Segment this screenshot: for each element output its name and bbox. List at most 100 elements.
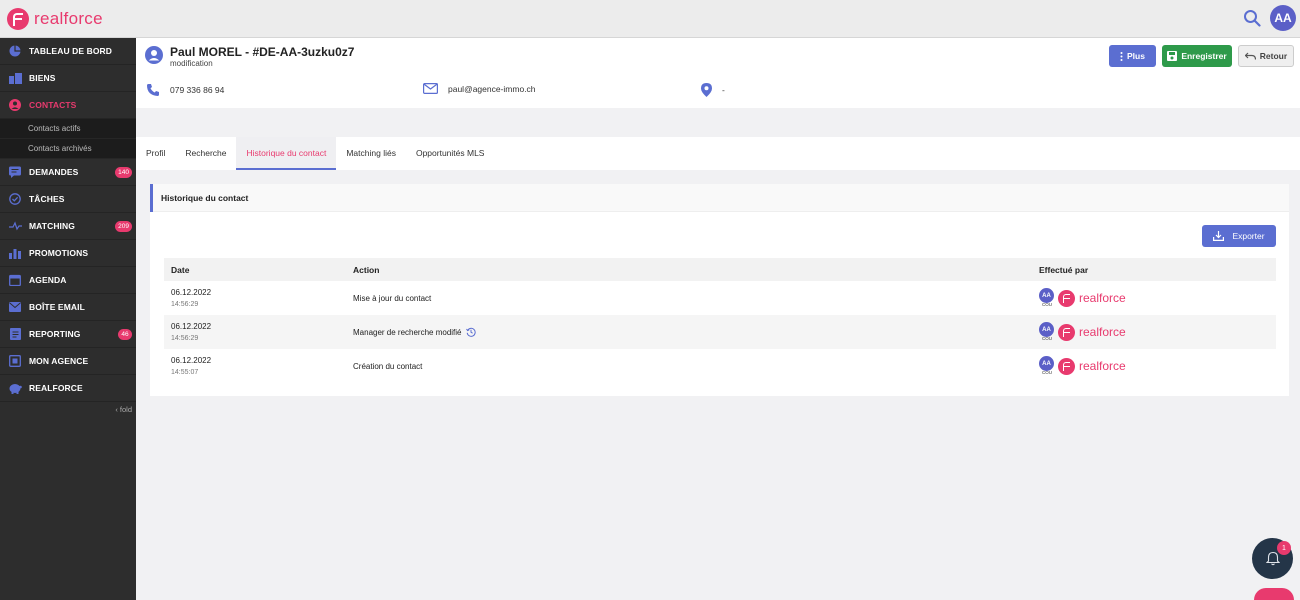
company-name: realforce (1079, 325, 1126, 339)
row-date-cell: 06.12.2022 14:56:29 (164, 288, 347, 308)
avatar[interactable]: AA COU (1039, 356, 1055, 376)
phone-number[interactable]: 079 336 86 94 (170, 85, 224, 95)
tab-recherche[interactable]: Recherche (175, 137, 236, 170)
tab-historique-du-contact[interactable]: Historique du contact (236, 137, 337, 170)
sidebar-item-label: TABLEAU DE BORD (29, 46, 113, 56)
column-header-action[interactable]: Action (347, 265, 1033, 275)
sidebar-item-label: MON AGENCE (29, 356, 89, 366)
location-pin-icon (701, 83, 712, 97)
reporting-count-badge: 46 (118, 329, 132, 340)
company-logo: realforce (1058, 357, 1126, 375)
sidebar-item-contacts[interactable]: CONTACTS (0, 92, 136, 119)
row-action-cell: Manager de recherche modifié (347, 327, 1033, 337)
history-table: Date Action Effectué par 06.12.2022 14:5… (164, 258, 1276, 383)
email-info: paul@agence-immo.ch (423, 83, 536, 94)
bar-chart-icon (8, 246, 22, 260)
avatar[interactable]: AA COU (1039, 288, 1055, 308)
realforce-logo-icon (1058, 357, 1075, 375)
matching-icon (8, 219, 22, 233)
table-row: 06.12.2022 14:55:07 Création du contact … (164, 349, 1276, 383)
sidebar-item-mon-agence[interactable]: MON AGENCE (0, 348, 136, 375)
back-button[interactable]: Retour (1238, 45, 1294, 67)
dashboard-icon (8, 44, 22, 58)
sidebar-item-matching[interactable]: MATCHING 209 (0, 213, 136, 240)
sidebar-item-label: DEMANDES (29, 167, 79, 177)
table-header: Date Action Effectué par (164, 258, 1276, 281)
matching-count-badge: 209 (115, 221, 132, 232)
building-icon (8, 71, 22, 85)
row-by-cell: AA COU realforce (1033, 356, 1126, 376)
sidebar-item-taches[interactable]: TÂCHES (0, 186, 136, 213)
sidebar-subitem-contacts-actifs[interactable]: Contacts actifs (0, 119, 136, 139)
sidebar-item-label: CONTACTS (29, 100, 77, 110)
save-icon (1167, 51, 1178, 61)
sidebar-item-agenda[interactable]: AGENDA (0, 267, 136, 294)
sidebar: TABLEAU DE BORD BIENS CONTACTS Contacts … (0, 38, 136, 600)
sidebar-item-label: MATCHING (29, 221, 75, 231)
column-header-date[interactable]: Date (164, 265, 347, 275)
row-time: 14:56:29 (171, 335, 199, 342)
notification-count-badge: 1 (1277, 541, 1291, 555)
row-date-cell: 06.12.2022 14:55:07 (164, 356, 347, 376)
back-button-label: Retour (1259, 51, 1288, 61)
sidebar-item-reporting[interactable]: REPORTING 46 (0, 321, 136, 348)
history-icon[interactable] (465, 327, 476, 337)
row-date-cell: 06.12.2022 14:56:29 (164, 322, 347, 342)
bell-icon (1265, 551, 1280, 566)
phone-info: 079 336 86 94 (146, 83, 224, 97)
chat-button[interactable] (1254, 588, 1294, 600)
location-value: - (722, 85, 725, 95)
table-row: 06.12.2022 14:56:29 Mise à jour du conta… (164, 281, 1276, 315)
contacts-icon (8, 98, 22, 112)
undo-icon (1244, 52, 1256, 60)
sidebar-item-label: AGENDA (29, 275, 67, 285)
sidebar-item-biens[interactable]: BIENS (0, 65, 136, 92)
sidebar-item-label: TÂCHES (29, 194, 65, 204)
column-header-by[interactable]: Effectué par (1033, 265, 1088, 275)
save-button[interactable]: Enregistrer (1162, 45, 1232, 67)
tab-matching-lies[interactable]: Matching liés (336, 137, 406, 170)
avatar-initials: AA (1039, 322, 1054, 337)
logo-text: realforce (34, 8, 103, 28)
phone-icon (147, 84, 159, 96)
row-action: Manager de recherche modifié (353, 327, 462, 337)
sidebar-item-tableau-de-bord[interactable]: TABLEAU DE BORD (0, 38, 136, 65)
check-circle-icon (8, 192, 22, 206)
sidebar-item-realforce[interactable]: REALFORCE (0, 375, 136, 402)
card-header: Historique du contact (150, 184, 1289, 212)
sidebar-subitem-contacts-archives[interactable]: Contacts archivés (0, 139, 136, 159)
agency-icon (8, 354, 22, 368)
row-by-cell: AA COU realforce (1033, 288, 1126, 308)
sidebar-item-label: PROMOTIONS (29, 248, 89, 258)
user-avatar[interactable]: AA (1270, 5, 1296, 31)
sidebar-item-label: REPORTING (29, 329, 81, 339)
person-icon (145, 46, 163, 64)
sidebar-item-demandes[interactable]: DEMANDES 140 (0, 159, 136, 186)
tab-profil[interactable]: Profil (136, 137, 175, 170)
avatar-tag: COU (1042, 302, 1052, 307)
realforce-logo[interactable]: realforce (7, 7, 103, 30)
row-date: 06.12.2022 (171, 356, 212, 365)
row-date: 06.12.2022 (171, 322, 212, 331)
plus-button[interactable]: Plus (1109, 45, 1156, 67)
sidebar-item-promotions[interactable]: PROMOTIONS (0, 240, 136, 267)
tab-opportunites-mls[interactable]: Opportunités MLS (406, 137, 495, 170)
fold-sidebar-button[interactable]: ‹ fold (115, 405, 132, 414)
avatar-tag: COU (1042, 370, 1052, 375)
row-time: 14:55:07 (171, 369, 199, 376)
export-button[interactable]: Exporter (1202, 225, 1276, 247)
sidebar-item-label: REALFORCE (29, 383, 83, 393)
sidebar-item-boite-email[interactable]: BOÎTE EMAIL (0, 294, 136, 321)
company-logo: realforce (1058, 289, 1126, 307)
row-action: Création du contact (353, 361, 423, 371)
plus-button-label: Plus (1127, 51, 1145, 61)
search-icon[interactable] (1243, 9, 1261, 27)
more-vertical-icon (1120, 51, 1123, 61)
company-name: realforce (1079, 291, 1126, 305)
table-row: 06.12.2022 14:56:29 Manager de recherche… (164, 315, 1276, 349)
avatar[interactable]: AA COU (1039, 322, 1055, 342)
realforce-logo-icon (1058, 289, 1075, 307)
realforce-logo-icon (7, 7, 29, 30)
avatar-tag: COU (1042, 336, 1052, 341)
email-address[interactable]: paul@agence-immo.ch (448, 84, 536, 94)
